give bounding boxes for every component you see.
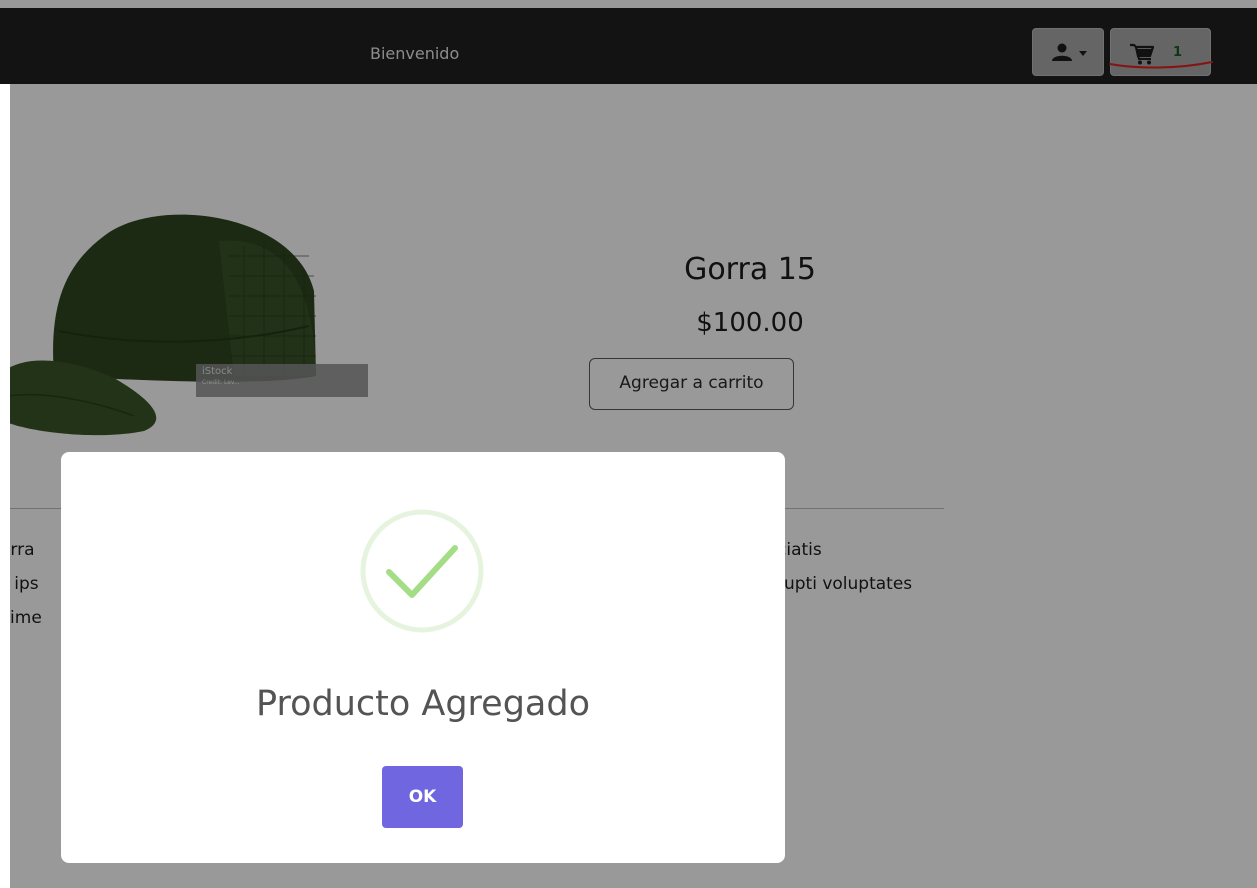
success-check-icon [360,509,484,633]
left-edge [0,84,10,888]
ok-button[interactable]: OK [382,766,463,828]
page: Bienvenido 1 iStock Credit: Lev... Gorra… [0,0,1257,888]
success-modal: Producto Agregado OK [61,452,785,863]
modal-title: Producto Agregado [255,684,591,724]
